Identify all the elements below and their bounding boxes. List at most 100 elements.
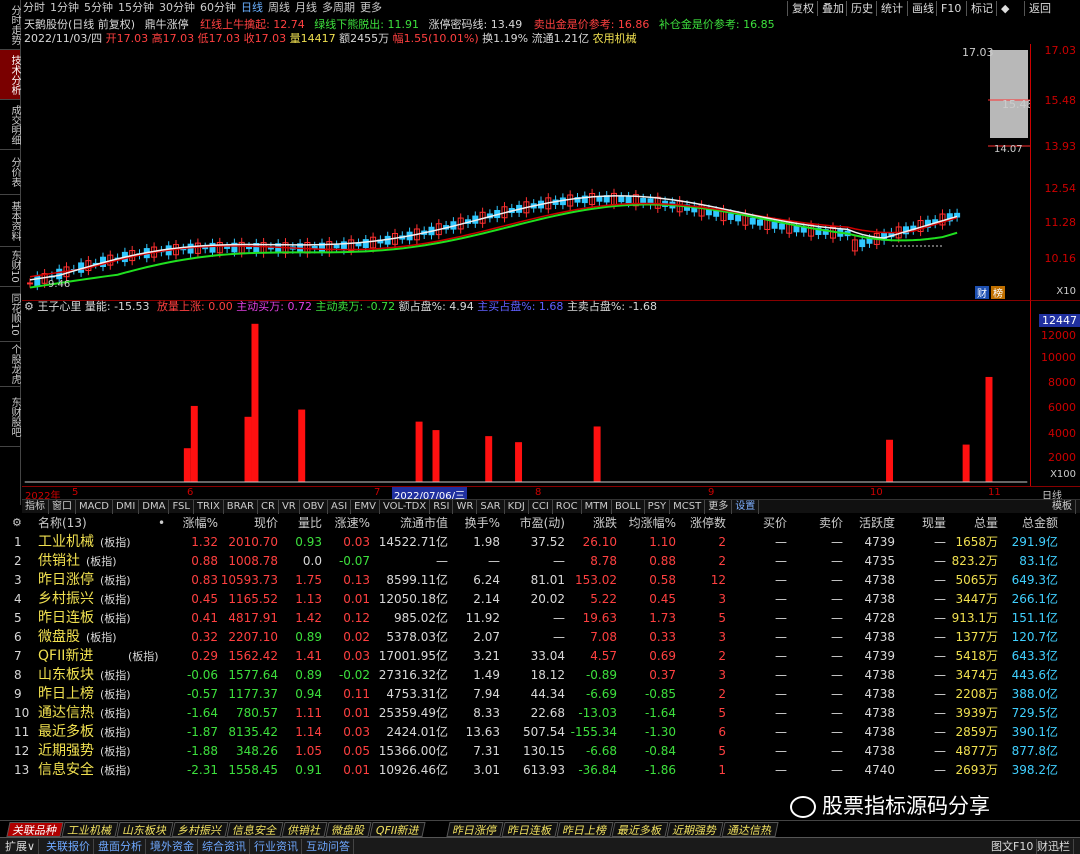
- top-button-3[interactable]: 统计: [876, 1, 907, 16]
- table-row[interactable]: 13 信息安全 (板指) -2.31 1558.45 0.91 0.01 10926.46亿 3…: [0, 761, 1080, 780]
- template-button[interactable]: 模板: [1049, 500, 1076, 514]
- gear-icon[interactable]: ⚙: [24, 300, 34, 313]
- col-header-1[interactable]: •: [158, 514, 165, 532]
- indicator-tab-24[interactable]: 更多: [705, 500, 733, 514]
- side-tab-0[interactable]: 分时走势: [0, 0, 20, 50]
- col-header-5[interactable]: 涨速%: [335, 514, 370, 532]
- timeframe-7[interactable]: 周线: [268, 0, 290, 16]
- bottom-tab-12[interactable]: 近期强势: [666, 822, 724, 837]
- indicator-tab-12[interactable]: EMV: [351, 500, 380, 514]
- side-tab-7[interactable]: 个股龙虎: [0, 342, 20, 387]
- indicator-tab-23[interactable]: MCST: [670, 500, 706, 514]
- settings-icon[interactable]: ⚙: [12, 514, 22, 532]
- table-row[interactable]: 12 近期强势 (板指) -1.88 348.26 1.05 0.05 15366.00亿 7.…: [0, 742, 1080, 761]
- bottom-tab-5[interactable]: 供销社: [281, 822, 328, 837]
- bottom-tab-8[interactable]: 昨日涨停: [446, 822, 504, 837]
- status-item-3[interactable]: 境外资金: [147, 839, 198, 854]
- indicator-tab-20[interactable]: MTM: [582, 500, 612, 514]
- col-header-14[interactable]: 活跃度: [859, 514, 895, 532]
- status-item-0[interactable]: 扩展∨: [2, 839, 40, 854]
- indicator-tab-21[interactable]: BOLL: [612, 500, 645, 514]
- col-header-13[interactable]: 卖价: [819, 514, 843, 532]
- side-tab-2[interactable]: 成交明细: [0, 100, 20, 150]
- indicator-tab-4[interactable]: DMA: [139, 500, 170, 514]
- indicator-tab-16[interactable]: SAR: [477, 500, 505, 514]
- side-tab-1[interactable]: 技术分析: [0, 50, 20, 100]
- indicator-tab-13[interactable]: VOL-TDX: [380, 500, 431, 514]
- table-row[interactable]: 8 山东板块 (板指) -0.06 1577.64 0.89 -0.02 27316.32亿 1…: [0, 666, 1080, 685]
- top-button-7[interactable]: ◆: [996, 1, 1013, 16]
- col-header-7[interactable]: 换手%: [465, 514, 500, 532]
- bottom-tab-2[interactable]: 山东板块: [116, 822, 174, 837]
- timeframe-4[interactable]: 30分钟: [159, 0, 195, 16]
- indicator-tab-17[interactable]: KDJ: [505, 500, 529, 514]
- top-button-0[interactable]: 复权: [787, 1, 818, 16]
- indicator-tab-2[interactable]: MACD: [76, 500, 113, 514]
- indicator-tab-3[interactable]: DMI: [113, 500, 140, 514]
- table-row[interactable]: 3 昨日涨停 (板指) 0.83 10593.73 1.75 0.13 8599.11亿 6.2…: [0, 571, 1080, 590]
- top-button-2[interactable]: 历史: [846, 1, 877, 16]
- f10-button[interactable]: 图文F10: [988, 839, 1038, 854]
- side-tab-8[interactable]: 东财股吧: [0, 387, 20, 447]
- side-tab-4[interactable]: 基本资料: [0, 195, 20, 247]
- indicator-chart[interactable]: [22, 300, 1030, 486]
- table-row[interactable]: 5 昨日连板 (板指) 0.41 4817.91 1.42 0.12 985.02亿 11.92…: [0, 609, 1080, 628]
- col-header-2[interactable]: 涨幅%: [183, 514, 218, 532]
- bottom-tab-0[interactable]: 关联品种: [6, 822, 64, 837]
- indicator-tab-10[interactable]: OBV: [300, 500, 328, 514]
- timeframe-5[interactable]: 60分钟: [200, 0, 236, 16]
- table-row[interactable]: 4 乡村振兴 (板指) 0.45 1165.52 1.13 0.01 12050.18亿 2.1…: [0, 590, 1080, 609]
- table-row[interactable]: 11 最近多板 (板指) -1.87 8135.42 1.14 0.03 2424.01亿 13…: [0, 723, 1080, 742]
- indicator-tab-0[interactable]: 指标: [22, 500, 49, 514]
- top-button-4[interactable]: 画线: [907, 1, 938, 16]
- candlestick-chart[interactable]: 17.03 15.48 14.07 9.46 财榜: [22, 44, 1030, 300]
- table-row[interactable]: 10 通达信热 (板指) -1.64 780.57 1.11 0.01 25359.49亿 8.…: [0, 704, 1080, 723]
- bottom-tab-9[interactable]: 昨日连板: [501, 822, 559, 837]
- indicator-tab-18[interactable]: CCI: [529, 500, 553, 514]
- bottom-tab-3[interactable]: 乡村振兴: [171, 822, 229, 837]
- table-row[interactable]: 7 QFII新进 (板指) 0.29 1562.42 1.41 0.03 17001.95亿 3…: [0, 647, 1080, 666]
- indicator-tab-11[interactable]: ASI: [328, 500, 352, 514]
- bottom-tab-10[interactable]: 昨日上榜: [556, 822, 614, 837]
- col-header-9[interactable]: 涨跌: [593, 514, 617, 532]
- col-header-0[interactable]: 名称(13): [38, 514, 87, 532]
- indicator-tab-15[interactable]: WR: [453, 500, 478, 514]
- col-header-8[interactable]: 市盈(动): [520, 514, 565, 532]
- status-item-6[interactable]: 互动问答: [303, 839, 354, 854]
- top-button-8[interactable]: 返回: [1024, 1, 1055, 16]
- col-header-17[interactable]: 总金额: [1022, 514, 1058, 532]
- top-button-1[interactable]: 叠加: [817, 1, 848, 16]
- bottom-tab-4[interactable]: 信息安全: [226, 822, 284, 837]
- side-tab-3[interactable]: 分价表: [0, 150, 20, 195]
- col-header-11[interactable]: 涨停数: [690, 514, 726, 532]
- table-row[interactable]: 9 昨日上榜 (板指) -0.57 1177.37 0.94 0.11 4753.31亿 7.9…: [0, 685, 1080, 704]
- indicator-tab-7[interactable]: BRAR: [224, 500, 258, 514]
- bottom-tab-6[interactable]: 微盘股: [325, 822, 372, 837]
- indicator-tab-25[interactable]: 设置: [732, 500, 760, 514]
- col-header-15[interactable]: 现量: [922, 514, 946, 532]
- indicator-tab-5[interactable]: FSL: [169, 500, 194, 514]
- status-item-4[interactable]: 综合资讯: [199, 839, 250, 854]
- status-item-2[interactable]: 盘面分析: [95, 839, 146, 854]
- timeframe-0[interactable]: 分时: [23, 0, 45, 16]
- news-bar-button[interactable]: 财迅栏: [1034, 839, 1074, 854]
- col-header-4[interactable]: 量比: [298, 514, 322, 532]
- indicator-tab-14[interactable]: RSI: [430, 500, 454, 514]
- timeframe-1[interactable]: 1分钟: [50, 0, 79, 16]
- indicator-name[interactable]: 鼎牛涨停: [145, 18, 189, 31]
- table-row[interactable]: 2 供销社 (板指) 0.88 1008.78 0.0 -0.07 — — — 8.78 0.88 2 —…: [0, 552, 1080, 571]
- col-header-12[interactable]: 买价: [763, 514, 787, 532]
- status-item-1[interactable]: 关联报价: [43, 839, 94, 854]
- indicator-tab-19[interactable]: ROC: [553, 500, 582, 514]
- col-header-6[interactable]: 流通市值: [400, 514, 448, 532]
- side-tab-5[interactable]: 东财10: [0, 247, 20, 287]
- bottom-tab-13[interactable]: 通达信热: [721, 822, 779, 837]
- timeframe-6[interactable]: 日线: [241, 0, 263, 16]
- table-row[interactable]: 6 微盘股 (板指) 0.32 2207.10 0.89 0.02 5378.03亿 2.07 —…: [0, 628, 1080, 647]
- indicator-tab-6[interactable]: TRIX: [194, 500, 224, 514]
- col-header-16[interactable]: 总量: [974, 514, 998, 532]
- timeframe-10[interactable]: 更多: [360, 0, 382, 16]
- timeframe-9[interactable]: 多周期: [322, 0, 355, 16]
- side-tab-6[interactable]: 同花顺10: [0, 287, 20, 342]
- bottom-tab-11[interactable]: 最近多板: [611, 822, 669, 837]
